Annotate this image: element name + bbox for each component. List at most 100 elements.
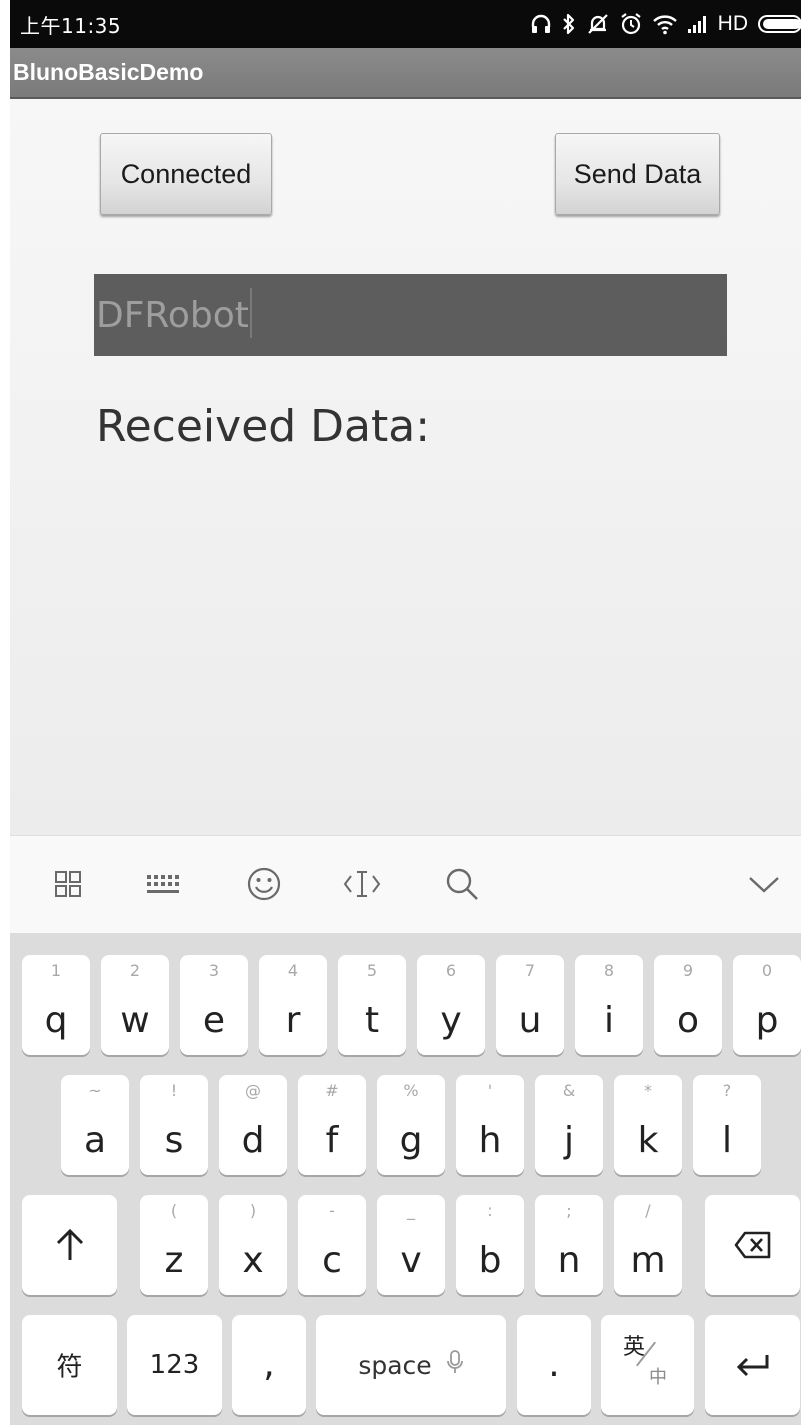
key-m[interactable]: / m bbox=[614, 1195, 682, 1295]
enter-key[interactable] bbox=[705, 1315, 800, 1415]
keyboard-layout-icon[interactable] bbox=[141, 862, 185, 906]
key-b[interactable]: :b bbox=[456, 1195, 524, 1295]
key-u[interactable]: 7u bbox=[496, 955, 564, 1055]
key-hint: 8 bbox=[603, 961, 615, 980]
key-hint: * bbox=[644, 1081, 652, 1100]
soft-keyboard: 1q2w3e4r5t6y7u8i9o0p ~ a! s @ d # f% g ' h & j * k? l … bbox=[10, 933, 801, 1425]
key-label: c bbox=[322, 1240, 342, 1281]
key-label: q bbox=[44, 1000, 68, 1041]
key-hint: 2 bbox=[129, 961, 141, 980]
key-hint: 3 bbox=[208, 961, 220, 980]
key-d[interactable]: @ d bbox=[219, 1075, 287, 1175]
key-label: f bbox=[325, 1120, 339, 1161]
key-hint: 6 bbox=[445, 961, 457, 980]
key-q[interactable]: 1q bbox=[22, 955, 90, 1055]
key-g[interactable]: % g bbox=[377, 1075, 445, 1175]
key-hint: 9 bbox=[682, 961, 694, 980]
key-label: y bbox=[440, 1000, 462, 1041]
key-label: i bbox=[603, 1000, 614, 1041]
comma-key[interactable]: , bbox=[232, 1315, 306, 1415]
key-hint: & bbox=[562, 1081, 576, 1100]
key-y[interactable]: 6y bbox=[417, 955, 485, 1055]
key-z[interactable]: (z bbox=[140, 1195, 208, 1295]
main-content: Connected Send Data Received Data: bbox=[10, 99, 801, 835]
key-hint: ? bbox=[722, 1081, 732, 1100]
key-x[interactable]: ) x bbox=[219, 1195, 287, 1295]
key-i[interactable]: 8i bbox=[575, 955, 643, 1055]
key-hint: 1 bbox=[50, 961, 62, 980]
language-secondary-label: 中 bbox=[649, 1367, 667, 1388]
symbols-key[interactable]: 符 bbox=[22, 1315, 117, 1415]
collapse-chevron-icon[interactable] bbox=[742, 862, 786, 906]
key-h[interactable]: ' h bbox=[456, 1075, 524, 1175]
language-switch-key[interactable]: 英 中 bbox=[601, 1315, 694, 1415]
key-label: p bbox=[755, 1000, 779, 1041]
key-label: v bbox=[400, 1240, 422, 1281]
key-o[interactable]: 9o bbox=[654, 955, 722, 1055]
key-a[interactable]: ~ a bbox=[61, 1075, 129, 1175]
key-p[interactable]: 0p bbox=[733, 955, 801, 1055]
connect-button[interactable]: Connected bbox=[100, 133, 272, 215]
key-label: b bbox=[478, 1240, 502, 1281]
key-label: n bbox=[557, 1240, 581, 1281]
shift-key[interactable] bbox=[22, 1195, 117, 1295]
space-key-label: space bbox=[358, 1350, 432, 1380]
send-data-button[interactable]: Send Data bbox=[555, 133, 720, 215]
status-bar: 上午11:35 HD bbox=[10, 0, 801, 48]
key-l[interactable]: ? l bbox=[693, 1075, 761, 1175]
key-label: r bbox=[285, 1000, 301, 1041]
key-label: m bbox=[630, 1240, 666, 1281]
signal-icon bbox=[687, 14, 709, 34]
key-label: l bbox=[721, 1120, 732, 1161]
apps-grid-icon[interactable] bbox=[46, 862, 90, 906]
key-c[interactable]: -c bbox=[298, 1195, 366, 1295]
app-title: BlunoBasicDemo bbox=[13, 59, 204, 85]
key-label: d bbox=[241, 1120, 265, 1161]
key-s[interactable]: ! s bbox=[140, 1075, 208, 1175]
key-r[interactable]: 4r bbox=[259, 955, 327, 1055]
key-hint: 7 bbox=[524, 961, 536, 980]
cursor-edit-icon[interactable] bbox=[340, 862, 384, 906]
key-k[interactable]: * k bbox=[614, 1075, 682, 1175]
search-icon[interactable] bbox=[440, 862, 484, 906]
key-j[interactable]: & j bbox=[535, 1075, 603, 1175]
key-hint: ! bbox=[170, 1081, 178, 1100]
key-label: u bbox=[518, 1000, 542, 1041]
key-hint: 0 bbox=[761, 961, 773, 980]
key-label: h bbox=[478, 1120, 502, 1161]
symbols-key-label: 符 bbox=[56, 1352, 83, 1383]
key-hint: / bbox=[645, 1201, 651, 1220]
phone-screen: 上午11:35 HD BlunoBasicDemo Connected Send… bbox=[0, 0, 801, 1425]
bluetooth-icon bbox=[561, 12, 577, 36]
key-label: k bbox=[637, 1120, 659, 1161]
key-w[interactable]: 2w bbox=[101, 955, 169, 1055]
numbers-key-label: 123 bbox=[149, 1350, 200, 1380]
microphone-icon bbox=[446, 1349, 464, 1381]
key-hint: 4 bbox=[287, 961, 299, 980]
key-label: g bbox=[399, 1120, 423, 1161]
key-hint: % bbox=[403, 1081, 419, 1100]
message-input[interactable] bbox=[94, 274, 727, 356]
period-key[interactable]: . bbox=[517, 1315, 591, 1415]
key-f[interactable]: # f bbox=[298, 1075, 366, 1175]
action-bar: BlunoBasicDemo bbox=[10, 48, 801, 99]
key-n[interactable]: ; n bbox=[535, 1195, 603, 1295]
shift-arrow-icon bbox=[22, 1195, 117, 1295]
space-key[interactable]: space bbox=[316, 1315, 506, 1415]
text-cursor bbox=[250, 288, 252, 338]
emoji-icon[interactable] bbox=[242, 862, 286, 906]
space-key-content: space bbox=[316, 1315, 506, 1415]
key-e[interactable]: 3e bbox=[180, 955, 248, 1055]
backspace-key[interactable] bbox=[705, 1195, 800, 1295]
key-hint: # bbox=[325, 1081, 339, 1100]
key-v[interactable]: _ v bbox=[377, 1195, 445, 1295]
key-t[interactable]: 5t bbox=[338, 955, 406, 1055]
key-hint: ) bbox=[249, 1201, 257, 1220]
key-hint: ( bbox=[170, 1201, 178, 1220]
key-label: e bbox=[202, 1000, 226, 1041]
key-label: t bbox=[364, 1000, 380, 1041]
numbers-key[interactable]: 123 bbox=[127, 1315, 222, 1415]
key-hint: ~ bbox=[88, 1081, 102, 1100]
key-hint: @ bbox=[245, 1081, 261, 1100]
headphones-icon bbox=[530, 13, 552, 35]
